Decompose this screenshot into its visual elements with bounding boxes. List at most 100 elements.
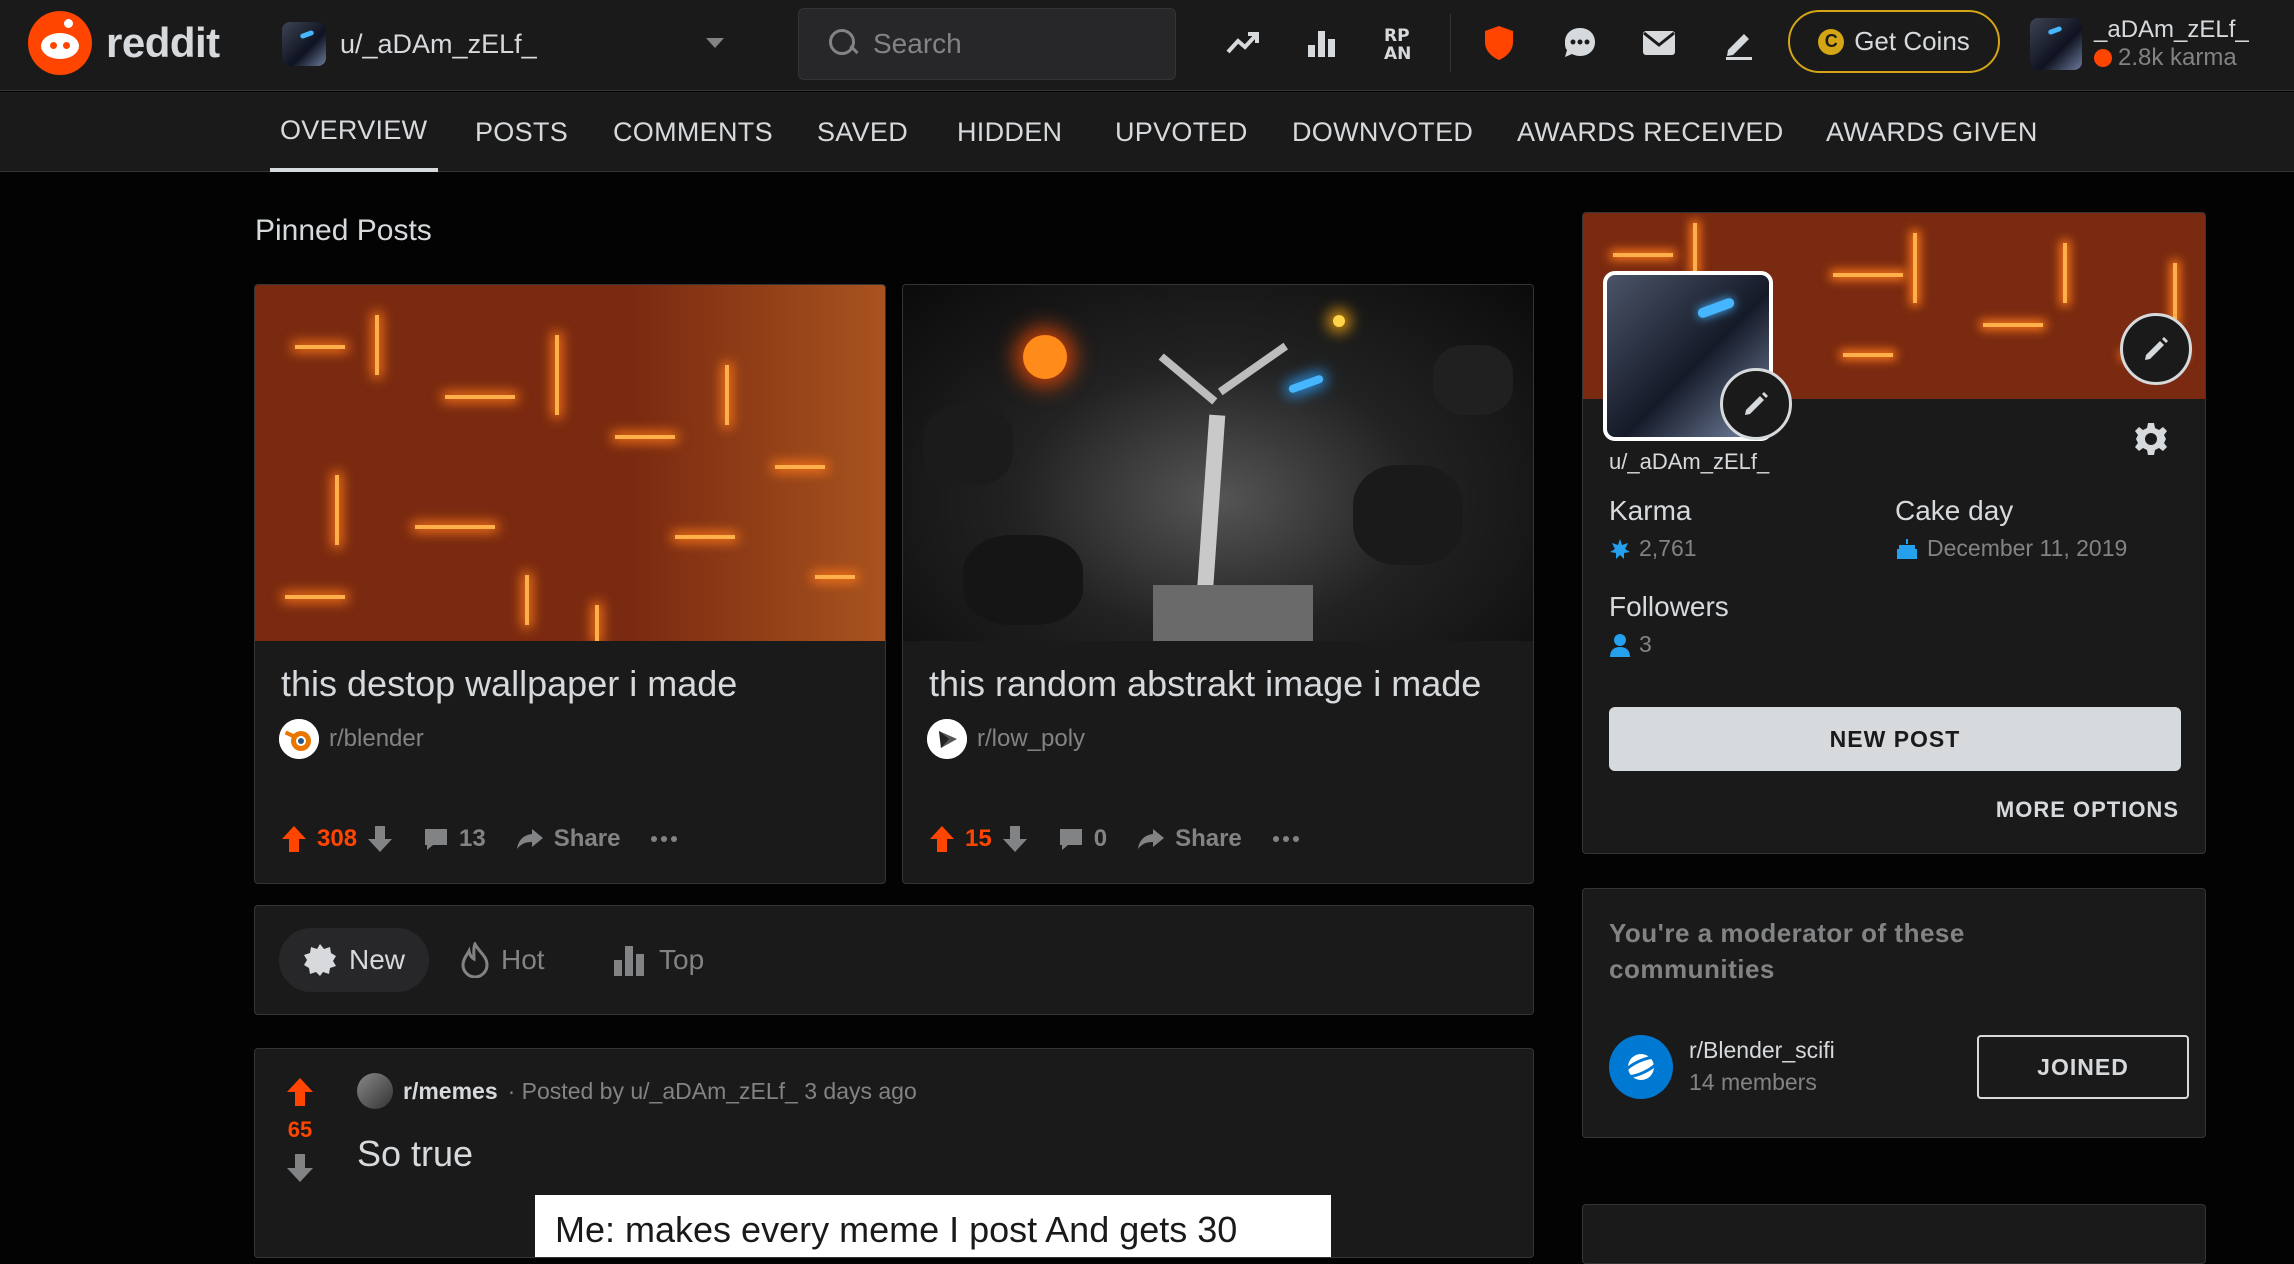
settings-gear-icon[interactable] [2133,421,2169,462]
tab-overview[interactable]: OVERVIEW [270,92,438,172]
pencil-icon [2145,337,2168,360]
post-actions: 308 13 Share [281,825,678,853]
community-dropdown[interactable]: u/_aDAm_zELf_ [282,18,742,70]
header-divider [1450,14,1451,72]
followers-value: 3 [1609,631,1652,658]
edit-avatar-button[interactable] [1720,368,1792,440]
vote-column: 65 [255,1049,345,1257]
chevron-down-icon [706,38,724,48]
sort-top-button[interactable]: Top [587,928,728,992]
upvote-icon[interactable] [281,825,307,853]
community-members: 14 members [1689,1069,1817,1095]
ellipsis-icon [651,836,678,842]
post-image[interactable]: Me: makes every meme I post And gets 30 [535,1195,1331,1257]
all-icon[interactable] [1299,20,1345,66]
tab-awards-given[interactable]: AWARDS GIVEN [1826,92,2038,172]
comment-icon [1059,829,1082,850]
mail-icon[interactable] [1636,20,1682,66]
post-thumbnail[interactable] [903,285,1533,641]
dropdown-label: u/_aDAm_zELf_ [340,28,537,59]
logo-wordmark: reddit [106,19,220,66]
new-badge-icon [304,944,336,976]
edit-banner-button[interactable] [2120,313,2192,385]
popular-icon[interactable] [1220,20,1266,66]
community-name[interactable]: r/Blender_scifi [1689,1037,1835,1064]
downvote-icon[interactable] [286,1153,314,1183]
sort-hot-label: Hot [501,944,545,975]
post-thumbnail[interactable] [255,285,885,641]
comments-button[interactable]: 0 [1058,825,1107,853]
karma-value: 2,761 [1609,535,1697,562]
ellipsis-icon [1272,836,1299,842]
moderator-heading: You're a moderator of these communities [1609,918,1965,984]
flame-icon [461,942,489,978]
post-actions: 15 0 Share [929,825,1300,853]
subreddit-name: r/low_poly [977,725,1086,752]
search-icon [829,29,859,59]
cakeday-label: Cake day [1895,495,2014,526]
more-options-link[interactable]: MORE OPTIONS [1996,797,2179,823]
chat-icon[interactable] [1557,20,1603,66]
sort-bar: New Hot Top [254,905,1534,1015]
post-title[interactable]: this random abstrakt image i made [929,663,1481,705]
new-post-button[interactable]: NEW POST [1609,707,2181,771]
post-card[interactable]: 65 r/memes · Posted by u/_aDAm_zELf_ 3 d… [254,1048,1534,1258]
sidebar-card [1582,1204,2206,1264]
share-label: Share [1175,825,1242,852]
mod-shield-icon[interactable] [1476,20,1522,66]
comment-count: 13 [459,825,486,852]
downvote-icon[interactable] [367,825,393,853]
upvote-icon[interactable] [929,825,955,853]
share-label: Share [553,825,621,852]
get-coins-button[interactable]: C Get Coins [1788,10,2000,73]
person-icon [1610,633,1630,657]
user-avatar-small [282,22,326,66]
vote-group: 15 [929,825,1028,853]
comments-button[interactable]: 13 [423,825,486,853]
sort-new-label: New [349,944,406,975]
post-subreddit[interactable]: r/low_poly [927,719,1085,759]
coin-icon: C [1818,28,1845,55]
vote-count: 65 [287,1117,313,1142]
more-options-button[interactable] [1272,835,1300,843]
tab-upvoted[interactable]: UPVOTED [1115,92,1248,172]
reddit-logo[interactable]: reddit [28,11,220,75]
more-options-button[interactable] [650,835,678,843]
svg-text:RP: RP [1384,26,1410,46]
community-planet-icon[interactable] [1609,1035,1673,1099]
post-meta: r/memes · Posted by u/_aDAm_zELf_ 3 days… [357,1073,917,1109]
post-title[interactable]: So true [357,1133,473,1175]
tab-downvoted[interactable]: DOWNVOTED [1292,92,1473,172]
tab-posts[interactable]: POSTS [475,92,568,172]
rpan-icon[interactable]: RP AN [1378,20,1424,66]
search-bar[interactable] [798,8,1176,80]
tab-saved[interactable]: SAVED [817,92,908,172]
post-title[interactable]: this destop wallpaper i made [281,663,737,705]
tab-comments[interactable]: COMMENTS [613,92,773,172]
post-subreddit-link[interactable]: r/memes [403,1078,498,1105]
account-name: _aDAm_zELf_ [2094,16,2249,43]
account-menu[interactable]: _aDAm_zELf_ 2.8k karma [2030,12,2249,76]
share-button[interactable]: Share [516,825,621,853]
tab-hidden[interactable]: HIDDEN [957,92,1062,172]
sort-top-label: Top [659,944,705,975]
joined-button[interactable]: JOINED [1977,1035,2189,1099]
share-button[interactable]: Share [1137,825,1242,853]
create-post-icon[interactable] [1716,20,1762,66]
search-input[interactable] [873,28,1153,60]
sort-hot-button[interactable]: Hot [437,928,569,992]
low-poly-icon [927,719,967,759]
memes-subreddit-icon [357,1073,393,1109]
downvote-icon[interactable] [1002,825,1028,853]
pinned-post-card[interactable]: this random abstrakt image i made r/low_… [902,284,1534,884]
pinned-post-card[interactable]: this destop wallpaper i made r/blender 3… [254,284,886,884]
sort-new-button[interactable]: New [279,928,430,992]
karma-label: Karma [1609,495,1692,526]
tab-awards-received[interactable]: AWARDS RECEIVED [1517,92,1784,172]
post-subreddit[interactable]: r/blender [279,719,424,759]
vote-group: 308 [281,825,393,853]
share-icon [516,829,543,849]
reddit-snoo-icon [28,11,92,75]
upvote-icon[interactable] [286,1077,314,1107]
top-chart-icon [614,946,644,976]
